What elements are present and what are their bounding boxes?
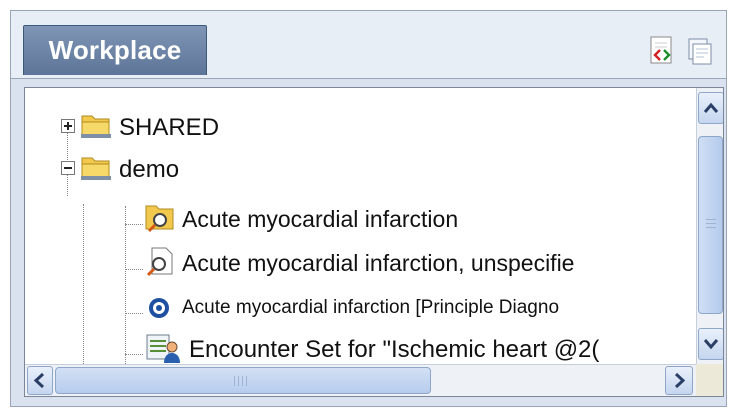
folder-icon (81, 157, 111, 180)
tree-item-label: Encounter Set for "Ischemic heart @2( (189, 336, 600, 363)
tree-item-label: SHARED (119, 114, 220, 141)
scroll-left-button[interactable] (27, 366, 53, 395)
tab-workplace[interactable]: Workplace (23, 25, 207, 75)
vertical-scrollbar[interactable] (696, 88, 723, 364)
search-document-icon (146, 247, 173, 277)
chevron-right-icon (674, 372, 686, 389)
tab-label: Workplace (48, 35, 182, 65)
tree-item-shared[interactable]: SHARED (25, 106, 685, 146)
chevron-left-icon (33, 372, 45, 389)
tree-item-concept[interactable]: Acute myocardial infarction [Principle D… (25, 287, 685, 327)
chevron-up-icon (703, 102, 719, 113)
tree-item-label: Acute myocardial infarction (182, 206, 459, 232)
search-folder-icon (145, 205, 174, 233)
tree-item-query[interactable]: Acute myocardial infarction (25, 198, 685, 238)
tree-item-label: Acute myocardial infarction [Principle D… (182, 297, 560, 318)
panel-header: Workplace (11, 11, 726, 79)
tree-item-query-document[interactable]: Acute myocardial infarction, unspecifie (25, 242, 685, 282)
tree-item-encounter-set[interactable]: Encounter Set for "Ischemic heart @2( (25, 329, 685, 369)
scroll-right-button[interactable] (665, 366, 693, 395)
code-view-icon[interactable] (647, 35, 677, 67)
tree-viewport: SHARED demo Acute myocardial infarction (24, 87, 724, 397)
scrollbar-corner (696, 364, 723, 396)
chevron-down-icon (703, 339, 719, 350)
collapse-toggle[interactable] (61, 161, 75, 175)
copy-window-icon[interactable] (685, 35, 715, 67)
tree-item-label: Acute myocardial infarction, unspecifie (182, 250, 575, 276)
horizontal-scrollbar[interactable] (25, 364, 696, 396)
scroll-up-button[interactable] (698, 92, 723, 124)
tree-item-demo[interactable]: demo (25, 150, 685, 190)
vertical-scroll-thumb[interactable] (698, 136, 723, 314)
tree-item-label: demo (119, 156, 180, 183)
folder-icon (81, 115, 111, 138)
scroll-down-button[interactable] (698, 328, 723, 360)
workplace-panel: Workplace SHARED demo Acute myocardial i… (10, 10, 727, 407)
patient-set-icon (146, 334, 180, 363)
expand-toggle[interactable] (61, 119, 75, 133)
eye-target-icon (149, 298, 169, 318)
horizontal-scroll-thumb[interactable] (55, 367, 431, 394)
